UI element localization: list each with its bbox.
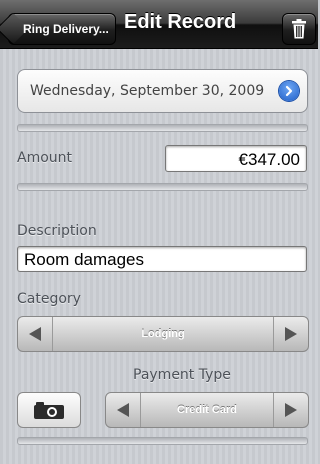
page-title: Edit Record — [124, 11, 237, 33]
delete-button[interactable] — [282, 13, 316, 45]
chevron-right-icon — [279, 81, 299, 101]
back-button-label: Ring Delivery... — [23, 22, 109, 36]
payment-type-stepper: Credit Card — [105, 392, 309, 428]
category-value: Lodging — [141, 328, 185, 340]
navigation-bar: Ring Delivery... Edit Record — [0, 0, 318, 49]
description-label: Description — [17, 223, 97, 239]
date-picker-button[interactable]: Wednesday, September 30, 2009 — [17, 69, 308, 113]
category-stepper: Lodging — [17, 316, 309, 352]
camera-button[interactable] — [17, 392, 81, 428]
divider — [17, 437, 308, 445]
divider — [17, 183, 308, 191]
category-next-button[interactable] — [273, 317, 308, 351]
trash-icon — [292, 19, 306, 39]
date-value: Wednesday, September 30, 2009 — [30, 83, 265, 99]
payment-previous-button[interactable] — [106, 393, 141, 427]
divider — [17, 124, 308, 132]
amount-field[interactable]: €347.00 — [165, 145, 307, 172]
amount-label: Amount — [17, 150, 73, 166]
camera-icon — [34, 402, 64, 419]
description-field[interactable]: Room damages — [17, 246, 307, 272]
payment-next-button[interactable] — [273, 393, 308, 427]
category-label: Category — [17, 291, 81, 307]
payment-type-value: Credit Card — [177, 404, 237, 416]
back-button[interactable]: Ring Delivery... — [8, 13, 116, 45]
payment-type-label: Payment Type — [133, 367, 231, 383]
category-previous-button[interactable] — [18, 317, 53, 351]
